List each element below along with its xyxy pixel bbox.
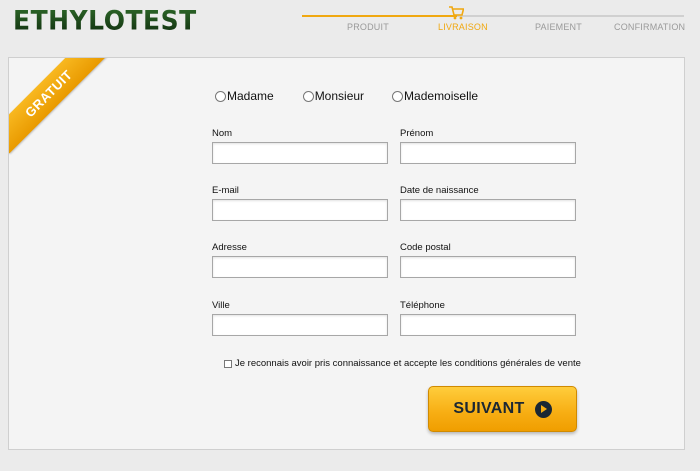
terms-checkbox[interactable] <box>224 359 232 368</box>
terms-row[interactable]: Je reconnais avoir pris connaissance et … <box>224 358 581 369</box>
email-field[interactable] <box>212 199 388 221</box>
progress-fill <box>302 15 457 17</box>
step-livraison[interactable]: LIVRAISON <box>438 22 488 32</box>
naissance-label: Date de naissance <box>400 185 479 196</box>
next-button[interactable]: SUIVANT <box>428 386 577 432</box>
checkout-steps: PRODUIT LIVRAISON PAIEMENT CONFIRMATION <box>302 6 685 38</box>
naissance-group: Date de naissance <box>400 185 576 221</box>
radio-circle-icon[interactable] <box>215 90 226 102</box>
prenom-label: Prénom <box>400 128 434 139</box>
terms-label: Je reconnais avoir pris connaissance et … <box>235 358 581 369</box>
cart-icon <box>449 6 464 20</box>
ville-group: Ville <box>212 300 388 336</box>
postal-code-field[interactable] <box>400 256 576 278</box>
radio-label-monsieur: Monsieur <box>314 89 365 103</box>
prenom-field[interactable] <box>400 142 576 164</box>
email-group: E-mail <box>212 185 388 221</box>
next-button-label: SUIVANT <box>453 400 525 417</box>
ville-label: Ville <box>212 300 230 311</box>
radio-label-madame: Madame <box>227 89 274 103</box>
radio-circle-icon[interactable] <box>302 90 314 102</box>
radio-mademoiselle[interactable]: Mademoiselle <box>392 89 478 103</box>
radio-circle-icon[interactable] <box>392 90 404 102</box>
prenom-group: Prénom <box>400 128 576 164</box>
address-field[interactable] <box>212 256 388 278</box>
email-label: E-mail <box>212 185 239 196</box>
radio-label-mademoiselle: Mademoiselle <box>404 89 479 103</box>
telephone-group: Téléphone <box>400 300 576 336</box>
radio-monsieur[interactable]: Monsieur <box>302 89 365 103</box>
logo: ETHYLOTEST <box>13 4 197 37</box>
step-confirmation[interactable]: CONFIRMATION <box>614 22 685 32</box>
civility-group: Madame Monsieur Mademoiselle <box>215 89 478 103</box>
adresse-group: Adresse <box>212 242 388 278</box>
nom-label: Nom <box>212 128 233 139</box>
free-ribbon: GRATUIT <box>9 58 109 158</box>
birthdate-field[interactable] <box>400 199 576 221</box>
step-paiement[interactable]: PAIEMENT <box>535 22 582 32</box>
telephone-label: Téléphone <box>400 300 445 311</box>
city-field[interactable] <box>212 314 388 336</box>
code-postal-group: Code postal <box>400 242 576 278</box>
step-produit[interactable]: PRODUIT <box>347 22 389 32</box>
nom-field[interactable] <box>212 142 388 164</box>
radio-madame[interactable]: Madame <box>215 89 274 103</box>
delivery-form-panel: GRATUIT Madame Monsieur Mademoiselle Nom… <box>8 57 685 450</box>
adresse-label: Adresse <box>212 242 247 253</box>
code-postal-label: Code postal <box>400 242 451 253</box>
nom-group: Nom <box>212 128 388 164</box>
ribbon-label: GRATUIT <box>9 58 109 154</box>
phone-field[interactable] <box>400 314 576 336</box>
play-arrow-icon <box>534 400 552 418</box>
